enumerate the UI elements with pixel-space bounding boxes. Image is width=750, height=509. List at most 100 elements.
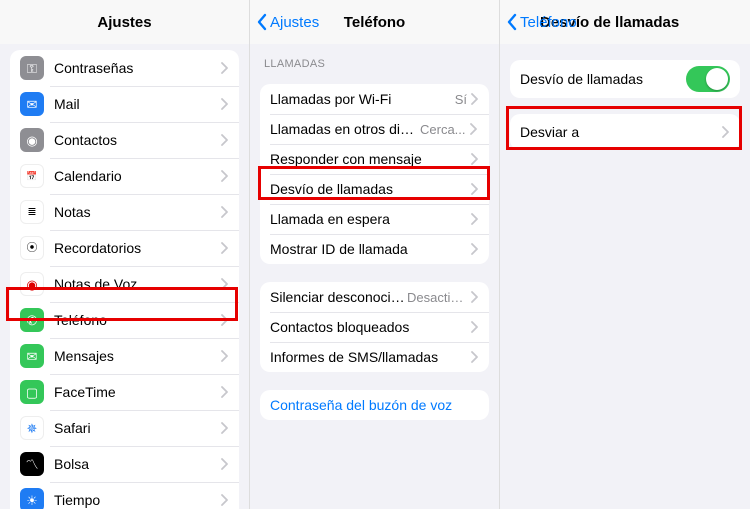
call-forwarding-screen: Teléfono Desvío de llamadas Desvío de ll… bbox=[500, 0, 750, 509]
chevron-right-icon bbox=[221, 206, 229, 218]
row-phone[interactable]: ✆ Teléfono bbox=[10, 302, 239, 338]
row-calls-other-devices[interactable]: Llamadas en otros dispositivos Cerca... bbox=[260, 114, 489, 144]
row-stocks[interactable]: 〽︎ Bolsa bbox=[10, 446, 239, 482]
row-call-forwarding[interactable]: Desvío de llamadas bbox=[260, 174, 489, 204]
call-forwarding-list: Desvío de llamadas Desviar a bbox=[500, 44, 750, 509]
chevron-right-icon bbox=[221, 134, 229, 146]
row-facetime[interactable]: ▢ FaceTime bbox=[10, 374, 239, 410]
phone-settings-list: LLAMADAS Llamadas por Wi-Fi Sí Llamadas … bbox=[250, 44, 499, 509]
chevron-right-icon bbox=[722, 126, 730, 138]
chevron-right-icon bbox=[470, 123, 478, 135]
back-label: Teléfono bbox=[520, 14, 577, 31]
section-header-calls: LLAMADAS bbox=[250, 44, 499, 76]
row-calendar[interactable]: 📅 Calendario bbox=[10, 158, 239, 194]
row-label: Contraseñas bbox=[54, 60, 221, 76]
row-voicemail-password[interactable]: Contraseña del buzón de voz bbox=[260, 390, 489, 420]
chevron-right-icon bbox=[221, 242, 229, 254]
row-label: Notas bbox=[54, 204, 221, 220]
notes-icon: ≣ bbox=[20, 200, 44, 224]
row-voicememos[interactable]: ◉ Notas de Voz bbox=[10, 266, 239, 302]
reminders-icon: ⦿ bbox=[20, 236, 44, 260]
row-notes[interactable]: ≣ Notas bbox=[10, 194, 239, 230]
facetime-icon: ▢ bbox=[20, 380, 44, 404]
chevron-right-icon bbox=[471, 321, 479, 333]
weather-icon: ☀︎ bbox=[20, 488, 44, 509]
row-label: Mail bbox=[54, 96, 221, 112]
row-detail: Cerca... bbox=[420, 122, 466, 137]
messages-icon: ✉︎ bbox=[20, 344, 44, 368]
back-button[interactable]: Teléfono bbox=[500, 13, 577, 31]
row-label: Contactos bloqueados bbox=[270, 319, 471, 335]
chevron-right-icon bbox=[221, 350, 229, 362]
chevron-right-icon bbox=[471, 243, 479, 255]
safari-icon: ✵ bbox=[20, 416, 44, 440]
row-label: Mensajes bbox=[54, 348, 221, 364]
row-label: Contraseña del buzón de voz bbox=[270, 397, 479, 413]
row-respond-with-text[interactable]: Responder con mensaje bbox=[260, 144, 489, 174]
chevron-left-icon bbox=[256, 13, 268, 31]
call-forwarding-switch[interactable] bbox=[686, 66, 730, 92]
row-label: Recordatorios bbox=[54, 240, 221, 256]
row-passwords[interactable]: ⚿ Contraseñas bbox=[10, 50, 239, 86]
chevron-right-icon bbox=[221, 494, 229, 506]
back-button[interactable]: Ajustes bbox=[250, 13, 319, 31]
chevron-right-icon bbox=[471, 291, 479, 303]
row-forward-to[interactable]: Desviar a bbox=[510, 114, 740, 150]
row-label: Llamadas en otros dispositivos bbox=[270, 121, 420, 137]
settings-screen: Ajustes ⚿ Contraseñas ✉︎ Mail ◉ Contacto… bbox=[0, 0, 250, 509]
row-sms-call-reports[interactable]: Informes de SMS/llamadas bbox=[260, 342, 489, 372]
chevron-right-icon bbox=[221, 278, 229, 290]
back-label: Ajustes bbox=[270, 14, 319, 31]
nav-bar: Teléfono Desvío de llamadas bbox=[500, 0, 750, 44]
row-label: Tiempo bbox=[54, 492, 221, 508]
row-messages[interactable]: ✉︎ Mensajes bbox=[10, 338, 239, 374]
row-detail: Sí bbox=[455, 92, 467, 107]
stocks-icon: 〽︎ bbox=[20, 452, 44, 476]
chevron-right-icon bbox=[221, 386, 229, 398]
row-label: Informes de SMS/llamadas bbox=[270, 349, 471, 365]
chevron-right-icon bbox=[471, 93, 479, 105]
row-label: FaceTime bbox=[54, 384, 221, 400]
row-label: Notas de Voz bbox=[54, 276, 221, 292]
row-label: Silenciar desconocidos bbox=[270, 289, 407, 305]
chevron-right-icon bbox=[221, 458, 229, 470]
row-call-forwarding-toggle[interactable]: Desvío de llamadas bbox=[510, 60, 740, 98]
row-label: Calendario bbox=[54, 168, 221, 184]
phone-icon: ✆ bbox=[20, 308, 44, 332]
chevron-right-icon bbox=[221, 422, 229, 434]
row-show-caller-id[interactable]: Mostrar ID de llamada bbox=[260, 234, 489, 264]
row-safari[interactable]: ✵ Safari bbox=[10, 410, 239, 446]
chevron-right-icon bbox=[221, 170, 229, 182]
phone-settings-screen: Ajustes Teléfono LLAMADAS Llamadas por W… bbox=[250, 0, 500, 509]
key-icon: ⚿ bbox=[20, 56, 44, 80]
row-detail: Desactivado bbox=[407, 290, 467, 305]
mail-icon: ✉︎ bbox=[20, 92, 44, 116]
page-title: Ajustes bbox=[0, 14, 249, 31]
chevron-right-icon bbox=[221, 314, 229, 326]
row-label: Desvío de llamadas bbox=[270, 181, 471, 197]
row-label: Responder con mensaje bbox=[270, 151, 471, 167]
settings-list: ⚿ Contraseñas ✉︎ Mail ◉ Contactos 📅 Cale… bbox=[0, 44, 249, 509]
row-label: Llamadas por Wi-Fi bbox=[270, 91, 455, 107]
row-silence-unknown[interactable]: Silenciar desconocidos Desactivado bbox=[260, 282, 489, 312]
nav-bar: Ajustes bbox=[0, 0, 249, 44]
row-mail[interactable]: ✉︎ Mail bbox=[10, 86, 239, 122]
row-blocked-contacts[interactable]: Contactos bloqueados bbox=[260, 312, 489, 342]
row-weather[interactable]: ☀︎ Tiempo bbox=[10, 482, 239, 509]
chevron-left-icon bbox=[506, 13, 518, 31]
row-label: Teléfono bbox=[54, 312, 221, 328]
row-label: Safari bbox=[54, 420, 221, 436]
chevron-right-icon bbox=[221, 62, 229, 74]
row-reminders[interactable]: ⦿ Recordatorios bbox=[10, 230, 239, 266]
row-contacts[interactable]: ◉ Contactos bbox=[10, 122, 239, 158]
calendar-icon: 📅 bbox=[20, 164, 44, 188]
row-wifi-calling[interactable]: Llamadas por Wi-Fi Sí bbox=[260, 84, 489, 114]
chevron-right-icon bbox=[471, 351, 479, 363]
voicememo-icon: ◉ bbox=[20, 272, 44, 296]
row-label: Bolsa bbox=[54, 456, 221, 472]
row-label: Contactos bbox=[54, 132, 221, 148]
row-call-waiting[interactable]: Llamada en espera bbox=[260, 204, 489, 234]
chevron-right-icon bbox=[471, 183, 479, 195]
nav-bar: Ajustes Teléfono bbox=[250, 0, 499, 44]
row-label: Llamada en espera bbox=[270, 211, 471, 227]
